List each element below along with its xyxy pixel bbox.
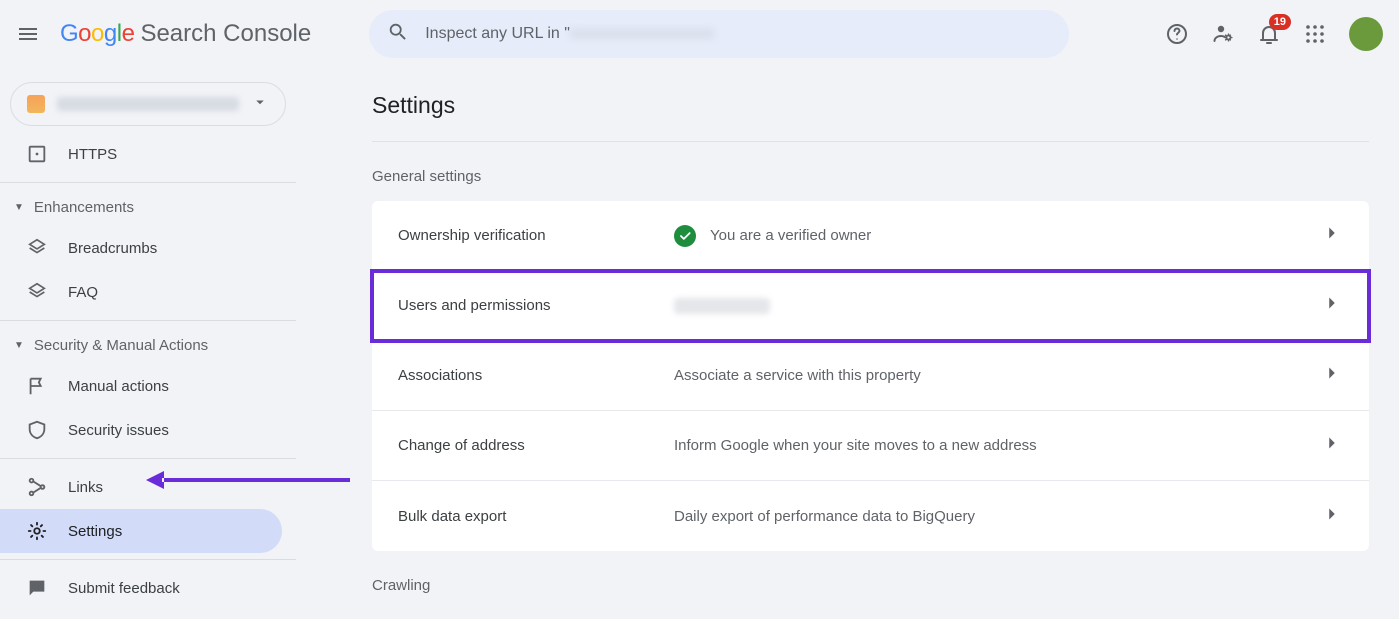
sidebar-item-breadcrumbs[interactable]: Breadcrumbs xyxy=(0,226,296,270)
divider xyxy=(0,559,296,560)
row-value: You are a verified owner xyxy=(674,225,1321,247)
chevron-right-icon xyxy=(1321,292,1343,319)
page-title: Settings xyxy=(372,92,1369,142)
sidebar-item-faq[interactable]: FAQ xyxy=(0,270,296,314)
sidebar: HTTPS ▼ Enhancements Breadcrumbs FAQ ▼ S… xyxy=(0,68,296,619)
verified-check-icon xyxy=(674,225,696,247)
help-icon[interactable] xyxy=(1165,22,1189,46)
section-label: Enhancements xyxy=(34,199,134,216)
divider xyxy=(0,320,296,321)
row-label: Associations xyxy=(398,367,674,384)
search-icon xyxy=(387,21,409,48)
caret-down-icon: ▼ xyxy=(14,202,24,213)
chevron-right-icon xyxy=(1321,362,1343,389)
sidebar-item-label: Links xyxy=(68,479,103,496)
faq-icon xyxy=(26,281,48,303)
https-icon xyxy=(26,143,48,165)
sidebar-item-security-issues[interactable]: Security issues xyxy=(0,408,296,452)
property-selector[interactable] xyxy=(10,82,286,126)
general-settings-card: Ownership verification You are a verifie… xyxy=(372,201,1369,551)
url-inspect-searchbar[interactable]: Inspect any URL in "xxxxxxxxxxxxxxxxxx xyxy=(369,10,1069,58)
sidebar-item-label: HTTPS xyxy=(68,146,117,163)
feedback-icon xyxy=(26,577,48,599)
sidebar-section-security[interactable]: ▼ Security & Manual Actions xyxy=(0,327,296,364)
divider xyxy=(0,458,296,459)
caret-down-icon: ▼ xyxy=(14,340,24,351)
row-value: Associate a service with this property xyxy=(674,367,1321,384)
search-placeholder: Inspect any URL in "xxxxxxxxxxxxxxxxxx xyxy=(425,25,714,43)
property-favicon xyxy=(27,95,45,113)
sidebar-item-label: Breadcrumbs xyxy=(68,240,157,257)
sidebar-item-label: FAQ xyxy=(68,284,98,301)
header-actions: 19 xyxy=(1165,17,1383,51)
property-name-blurred xyxy=(57,97,239,111)
blurred-value xyxy=(674,298,770,314)
sidebar-item-settings[interactable]: Settings xyxy=(0,509,282,553)
shield-icon xyxy=(26,419,48,441)
sidebar-item-manual-actions[interactable]: Manual actions xyxy=(0,364,296,408)
gear-icon xyxy=(26,520,48,542)
row-label: Users and permissions xyxy=(398,297,674,314)
apps-grid-icon[interactable] xyxy=(1303,22,1327,46)
row-users-permissions[interactable]: Users and permissions xyxy=(372,271,1369,341)
chevron-right-icon xyxy=(1321,432,1343,459)
row-value: Inform Google when your site moves to a … xyxy=(674,437,1321,454)
sidebar-item-label: Submit feedback xyxy=(68,580,180,597)
sidebar-section-enhancements[interactable]: ▼ Enhancements xyxy=(0,189,296,226)
notifications-badge: 19 xyxy=(1269,14,1291,30)
sidebar-item-label: Settings xyxy=(68,523,122,540)
notifications-icon[interactable]: 19 xyxy=(1257,22,1281,46)
row-value xyxy=(674,298,1321,314)
row-value: Daily export of performance data to BigQ… xyxy=(674,508,1321,525)
product-name: Search Console xyxy=(140,20,311,48)
divider xyxy=(0,182,296,183)
row-associations[interactable]: Associations Associate a service with th… xyxy=(372,341,1369,411)
row-label: Bulk data export xyxy=(398,508,674,525)
flag-icon xyxy=(26,375,48,397)
row-label: Ownership verification xyxy=(398,227,674,244)
sidebar-item-links[interactable]: Links xyxy=(0,465,296,509)
app-header: Google Search Console Inspect any URL in… xyxy=(0,0,1399,68)
section-general-settings: General settings xyxy=(372,168,1369,185)
google-wordmark: Google xyxy=(60,20,134,48)
sidebar-item-label: Manual actions xyxy=(68,378,169,395)
manage-account-icon[interactable] xyxy=(1211,22,1235,46)
hamburger-menu-icon[interactable] xyxy=(16,22,40,46)
chevron-right-icon xyxy=(1321,222,1343,249)
product-logo[interactable]: Google Search Console xyxy=(60,20,311,48)
row-label: Change of address xyxy=(398,437,674,454)
avatar[interactable] xyxy=(1349,17,1383,51)
breadcrumbs-icon xyxy=(26,237,48,259)
sidebar-item-label: Security issues xyxy=(68,422,169,439)
row-ownership-verification[interactable]: Ownership verification You are a verifie… xyxy=(372,201,1369,271)
links-icon xyxy=(26,476,48,498)
section-crawling: Crawling xyxy=(372,577,1369,594)
sidebar-item-https[interactable]: HTTPS xyxy=(0,132,296,176)
row-bulk-data-export[interactable]: Bulk data export Daily export of perform… xyxy=(372,481,1369,551)
section-label: Security & Manual Actions xyxy=(34,337,208,354)
chevron-down-icon xyxy=(251,93,269,116)
sidebar-item-feedback[interactable]: Submit feedback xyxy=(0,566,296,610)
main-content: Settings General settings Ownership veri… xyxy=(296,68,1399,619)
chevron-right-icon xyxy=(1321,503,1343,530)
row-change-of-address[interactable]: Change of address Inform Google when you… xyxy=(372,411,1369,481)
